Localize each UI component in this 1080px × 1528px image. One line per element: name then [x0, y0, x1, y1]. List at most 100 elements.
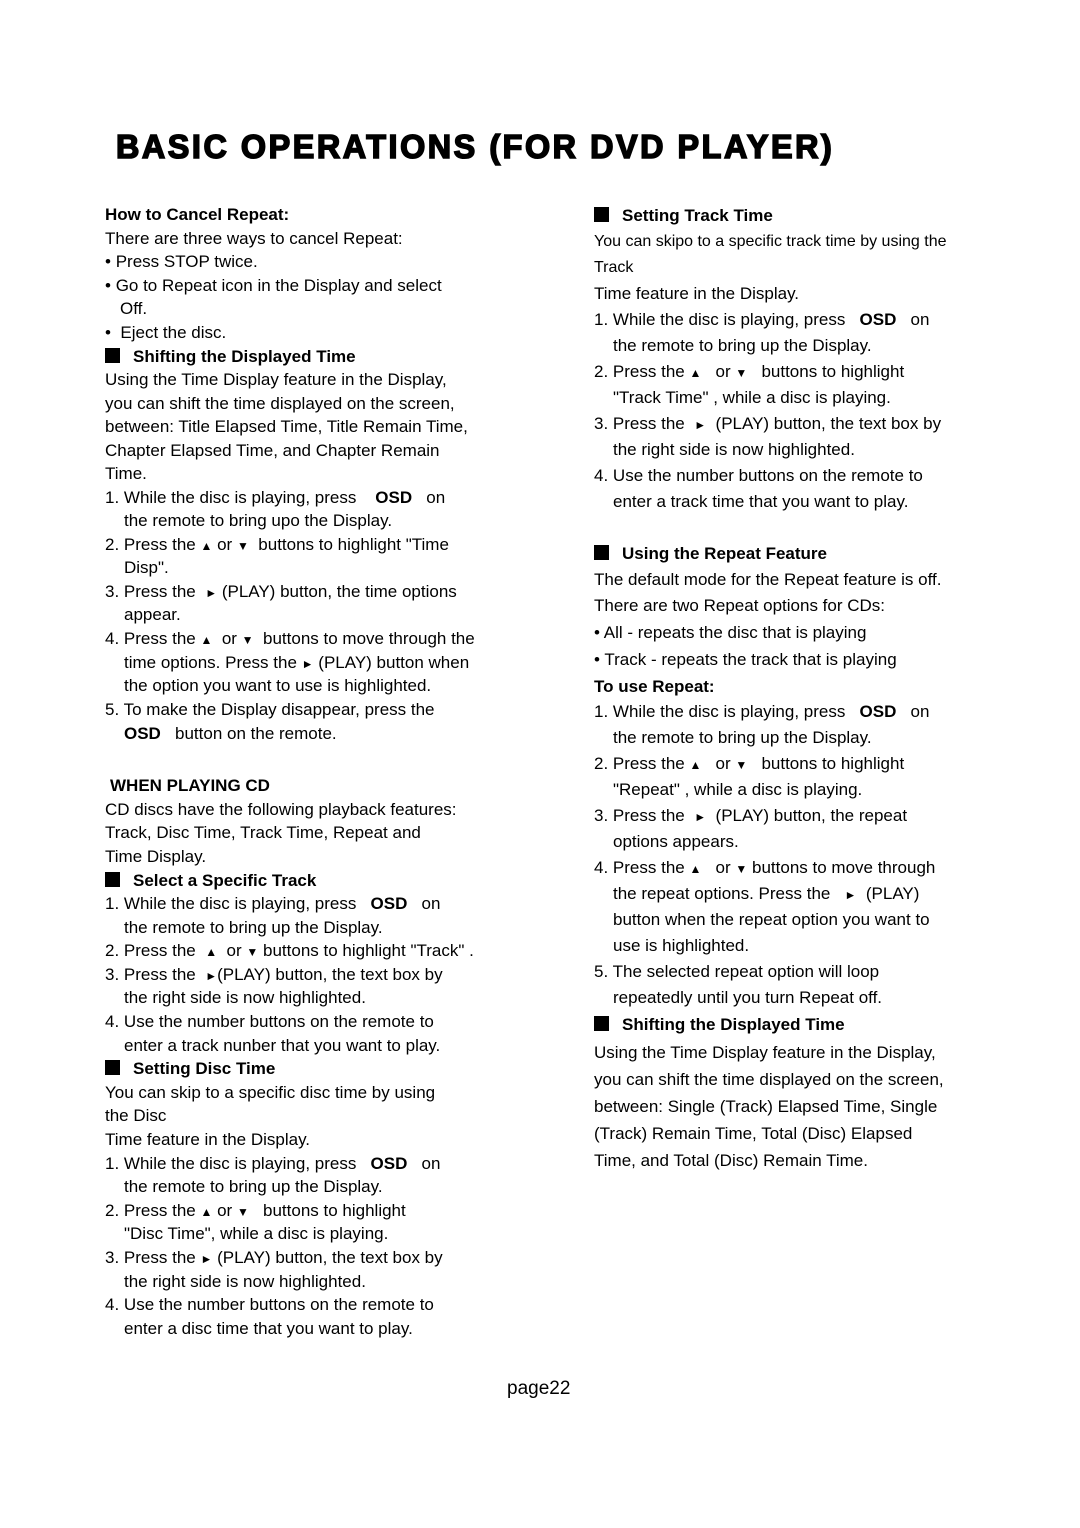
text-fragment: To make the Display disappear, press the [123, 700, 435, 719]
step-continuation: appear. [124, 605, 181, 624]
bullet-icon: • [594, 623, 600, 642]
text-fragment: or [226, 941, 242, 960]
text-fragment: 5. [594, 962, 609, 981]
text-fragment: (PLAY) button, the text box by [715, 414, 942, 433]
down-arrow-icon: ▼ [735, 862, 748, 876]
text-fragment: 4. [105, 629, 120, 648]
text-fragment: or [221, 629, 237, 648]
play-icon: ► [694, 810, 707, 824]
section-heading: Shifting the Displayed Time [105, 347, 356, 367]
up-arrow-icon: ▲ [200, 539, 213, 553]
text-fragment: Press the [612, 858, 685, 877]
section-heading: Shifting the Displayed Time [594, 1015, 845, 1035]
square-bullet-icon [105, 348, 120, 363]
paragraph-line: Time feature in the Display. [594, 284, 800, 303]
text-fragment: 5. [105, 700, 120, 719]
text-fragment: 4. [594, 858, 609, 877]
text-fragment: 3. [105, 582, 120, 601]
paragraph-line: Track, Disc Time, Track Time, Repeat and [105, 823, 421, 842]
down-arrow-icon: ▼ [735, 366, 748, 380]
osd-key-label: OSD [859, 702, 897, 721]
cancel-repeat-intro: There are three ways to cancel Repeat: [105, 229, 403, 248]
paragraph-line: Chapter Elapsed Time, and Chapter Remain [105, 441, 440, 460]
text-fragment: or [715, 754, 731, 773]
text-fragment: While the disc is playing, press [123, 894, 357, 913]
step-continuation: Disp". [124, 558, 169, 577]
square-bullet-icon [105, 1060, 120, 1075]
osd-key-label: OSD [859, 310, 897, 329]
text-fragment: buttons to move through the [263, 629, 475, 648]
paragraph-line: you can shift the time displayed on the … [105, 394, 455, 413]
text-fragment: While the disc is playing, press [612, 702, 846, 721]
step-item: 2. Press the ▲ or ▼ buttons to highlight [105, 1201, 406, 1222]
play-icon: ► [844, 888, 857, 902]
step-item: 5. The selected repeat option will loop [594, 962, 879, 982]
text-fragment: (PLAY) button, the repeat [715, 806, 908, 825]
text-fragment: Press the [123, 535, 196, 554]
paragraph-line: Using the Time Display feature in the Di… [594, 1043, 936, 1062]
cancel-repeat-heading: How to Cancel Repeat: [105, 205, 290, 224]
step-item: 4. Use the number buttons on the remote … [105, 1295, 434, 1315]
step-continuation: "Disc Time", while a disc is playing. [124, 1224, 389, 1243]
text-fragment: on [421, 894, 441, 913]
text-fragment: Press the [123, 629, 196, 648]
step-item: 1. While the disc is playing, press OSD … [594, 702, 929, 722]
text-fragment: 4. [105, 1295, 120, 1314]
step-continuation: "Track Time" , while a disc is playing. [613, 388, 891, 407]
step-continuation: options appears. [613, 832, 739, 851]
text-fragment: 1. [105, 1154, 120, 1173]
text-fragment: or [217, 1201, 233, 1220]
text-fragment: Select a Specific Track [133, 871, 317, 890]
step-continuation: OSD button on the remote. [124, 724, 337, 744]
step-item: 4. Use the number buttons on the remote … [594, 466, 923, 486]
section-heading: Setting Track Time [594, 206, 773, 226]
text-fragment: Setting Disc Time [133, 1059, 276, 1078]
bullet-continuation: Off. [120, 299, 148, 318]
step-item: 5. To make the Display disappear, press … [105, 700, 435, 720]
bullet-icon: • [105, 252, 111, 271]
osd-key-label: OSD [124, 724, 161, 743]
text-fragment: on [421, 1154, 441, 1173]
text-fragment: buttons to highlight "Track" . [263, 941, 474, 960]
text-fragment: on [910, 310, 930, 329]
down-arrow-icon: ▼ [246, 945, 259, 959]
bullet-item: • Eject the disc. [105, 323, 226, 343]
text-fragment: (PLAY) button, the text box by [217, 965, 443, 984]
step-continuation: repeatedly until you turn Repeat off. [613, 988, 883, 1007]
text-fragment: buttons to highlight [761, 754, 905, 773]
page-number: page22 [507, 1378, 571, 1399]
play-icon: ► [200, 1252, 213, 1266]
bullet-icon: • [105, 323, 111, 342]
paragraph-line: You can skipo to a specific track time b… [594, 233, 947, 250]
paragraph-line: There are two Repeat options for CDs: [594, 596, 886, 615]
text-fragment: 3. [594, 414, 609, 433]
step-item: 2. Press the ▲ or ▼ buttons to highlight… [105, 941, 474, 962]
bullet-item: • Go to Repeat icon in the Display and s… [105, 276, 442, 296]
text-fragment: Use the number buttons on the remote to [612, 466, 923, 485]
step-continuation: the right side is now highlighted. [124, 1272, 366, 1291]
step-continuation: button when the repeat option you want t… [613, 910, 930, 929]
step-continuation: the remote to bring up the Display. [124, 1177, 383, 1196]
text-fragment: Press the [123, 965, 196, 984]
play-icon: ► [694, 418, 707, 432]
paragraph-line: Time Display. [105, 847, 207, 866]
up-arrow-icon: ▲ [689, 758, 702, 772]
paragraph-line: the Disc [105, 1106, 167, 1125]
paragraph-line: Time, and Total (Disc) Remain Time. [594, 1151, 868, 1170]
text-fragment: buttons to move through [752, 858, 936, 877]
text-fragment: time options. Press the [124, 653, 297, 672]
play-icon: ► [301, 657, 314, 671]
text-fragment: Use the number buttons on the remote to [123, 1295, 434, 1314]
bullet-icon: • [105, 276, 111, 295]
up-arrow-icon: ▲ [205, 945, 218, 959]
step-continuation: the remote to bring upo the Display. [124, 511, 393, 530]
paragraph-line: between: Title Elapsed Time, Title Remai… [105, 417, 468, 436]
text-fragment: or [715, 858, 731, 877]
text-fragment: While the disc is playing, press [123, 1154, 357, 1173]
text-fragment: 3. [594, 806, 609, 825]
text-fragment: Using the Repeat Feature [622, 544, 827, 563]
step-item: 1. While the disc is playing, press OSD … [105, 1154, 440, 1174]
paragraph-line: Using the Time Display feature in the Di… [105, 370, 447, 389]
osd-key-label: OSD [375, 488, 413, 507]
text-fragment: Press the [612, 806, 685, 825]
